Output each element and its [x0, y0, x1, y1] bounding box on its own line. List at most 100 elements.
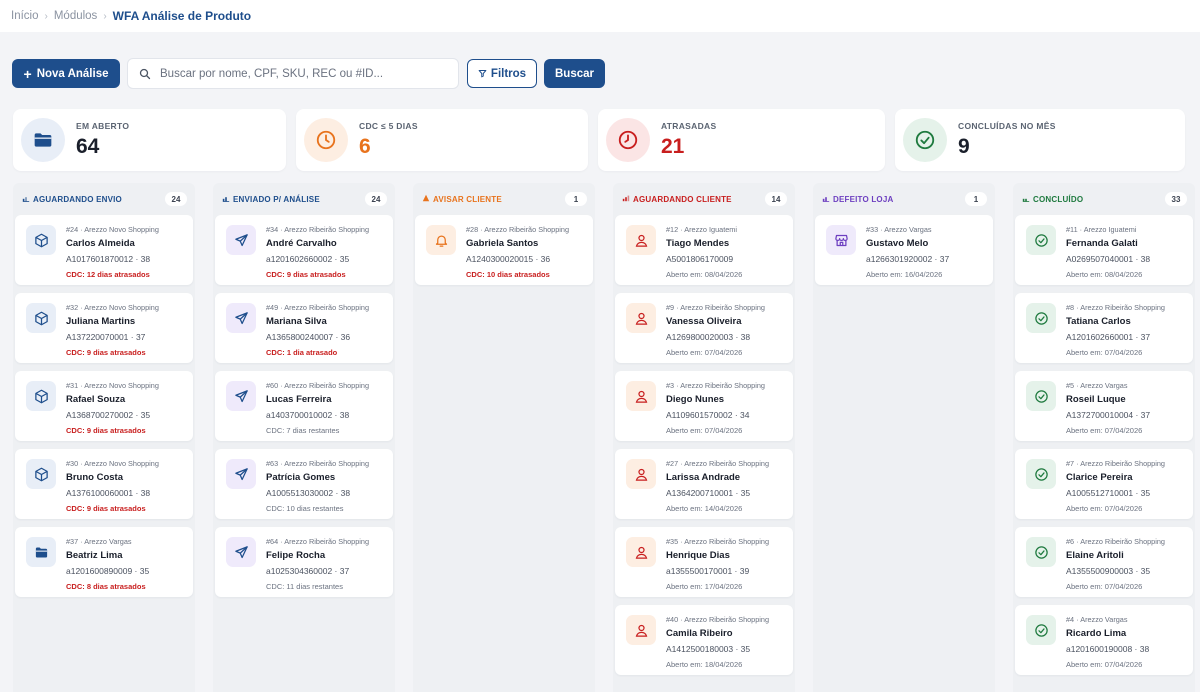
kanban-column: AGUARDANDO CLIENTE 14 #12 · Arezzo Iguatem…: [613, 183, 795, 692]
card-body: #64 · Arezzo Ribeirão Shopping Felipe Roc…: [266, 537, 369, 597]
card-product-code: A0269507040001 · 38: [1066, 254, 1151, 264]
analysis-card[interactable]: #9 · Arezzo Ribeirão Shopping Vanessa Oli…: [615, 293, 793, 363]
card-body: #32 · Arezzo Novo Shopping Juliana Martin…: [66, 303, 159, 363]
analysis-card[interactable]: #60 · Arezzo Ribeirão Shopping Lucas Ferr…: [215, 371, 393, 441]
card-product-code: A1365800240007 · 36: [266, 332, 351, 342]
card-meta: #7 · Arezzo Ribeirão Shopping: [1066, 459, 1165, 468]
analysis-card[interactable]: #11 · Arezzo Iguatemi Fernanda Galati A026…: [1015, 215, 1193, 285]
box-icon: [34, 233, 49, 248]
analysis-card[interactable]: #49 · Arezzo Ribeirão Shopping Mariana Si…: [215, 293, 393, 363]
toolbar: + Nova Análise Filtros Buscar: [12, 58, 605, 89]
analysis-card[interactable]: #5 · Arezzo Vargas Roseil Luque A137270001…: [1015, 371, 1193, 441]
card-body: #34 · Arezzo Ribeirão Shopping André Carv…: [266, 225, 369, 285]
card-body: #3 · Arezzo Ribeirão Shopping Diego Nunes…: [666, 381, 765, 441]
card-status-text: CDC: 7 dias restantes: [266, 426, 340, 435]
card-customer-name: Juliana Martins: [66, 316, 136, 327]
card-meta: #27 · Arezzo Ribeirão Shopping: [666, 459, 770, 468]
analysis-card[interactable]: #40 · Arezzo Ribeirão Shopping Camila Rib…: [615, 605, 793, 675]
column-title: DEFEITO LOJA: [822, 194, 965, 204]
analysis-card[interactable]: #3 · Arezzo Ribeirão Shopping Diego Nunes…: [615, 371, 793, 441]
card-status-text: Aberto em: 07/04/2026: [1066, 582, 1143, 591]
card-body: #4 · Arezzo Vargas Ricardo Lima a120160019…: [1066, 615, 1149, 675]
card-meta: #35 · Arezzo Ribeirão Shopping: [666, 537, 770, 546]
column-title: ENVIADO P/ ANÁLISE: [222, 194, 365, 204]
card-body: #28 · Arezzo Ribeirão Shopping Gabriela S…: [466, 225, 569, 285]
stat-value: 21: [661, 135, 685, 158]
card-product-code: A1376100060001 · 38: [66, 488, 151, 498]
stat-cdc: CDC ≤ 5 DIAS 6: [296, 109, 588, 171]
card-status-text: Aberto em: 07/04/2026: [1066, 426, 1143, 435]
analysis-card[interactable]: #6 · Arezzo Ribeirão Shopping Elaine Arit…: [1015, 527, 1193, 597]
card-product-code: A1109601570002 · 34: [666, 410, 750, 420]
check-circle-icon: [1034, 233, 1049, 248]
kanban-column: AGUARDANDO ENVIO 24 #24 · Arezzo Novo Shop…: [13, 183, 195, 692]
filters-button[interactable]: Filtros: [467, 59, 537, 88]
analysis-card[interactable]: #27 · Arezzo Ribeirão Shopping Larissa An…: [615, 449, 793, 519]
card-body: #63 · Arezzo Ribeirão Shopping Patrícia G…: [266, 459, 369, 519]
stats-row: EM ABERTO 64 CDC ≤ 5 DIAS 6 ATRASADAS 21…: [13, 109, 1185, 171]
column-status-icon: [822, 194, 830, 204]
card-body: #33 · Arezzo Vargas Gustavo Melo a12663019…: [866, 225, 949, 285]
card-icon-bg: [26, 537, 56, 567]
user-icon: [634, 623, 649, 638]
search-input[interactable]: [160, 67, 450, 80]
analysis-card[interactable]: #8 · Arezzo Ribeirão Shopping Tatiana Car…: [1015, 293, 1193, 363]
analysis-card[interactable]: #31 · Arezzo Novo Shopping Rafael Souza A1…: [15, 371, 193, 441]
analysis-card[interactable]: #34 · Arezzo Ribeirão Shopping André Carv…: [215, 215, 393, 285]
card-body: #9 · Arezzo Ribeirão Shopping Vanessa Oli…: [666, 303, 765, 363]
card-body: #35 · Arezzo Ribeirão Shopping Henrique D…: [666, 537, 769, 597]
new-analysis-button[interactable]: + Nova Análise: [12, 59, 120, 88]
search-button[interactable]: Buscar: [544, 59, 605, 88]
card-body: #24 · Arezzo Novo Shopping Carlos Almeida…: [66, 225, 159, 285]
column-header: DEFEITO LOJA 1: [813, 183, 995, 215]
card-status-text: CDC: 9 dias atrasados: [66, 426, 146, 435]
card-body: #7 · Arezzo Ribeirão Shopping Clarice Per…: [1066, 459, 1165, 519]
breadcrumb-home[interactable]: Início: [11, 10, 39, 22]
analysis-card[interactable]: #35 · Arezzo Ribeirão Shopping Henrique D…: [615, 527, 793, 597]
shop-icon: [834, 233, 849, 248]
analysis-card[interactable]: #7 · Arezzo Ribeirão Shopping Clarice Per…: [1015, 449, 1193, 519]
analysis-card[interactable]: #33 · Arezzo Vargas Gustavo Melo a12663019…: [815, 215, 993, 285]
search-icon: [139, 68, 151, 79]
send-icon: [234, 467, 249, 482]
analysis-card[interactable]: #30 · Arezzo Novo Shopping Bruno Costa A13…: [15, 449, 193, 519]
stat-label: CONCLUÍDAS NO MÊS: [958, 121, 1056, 131]
card-status-text: Aberto em: 14/04/2026: [666, 504, 743, 513]
card-status-text: Aberto em: 07/04/2026: [1066, 660, 1143, 669]
card-icon-bg: [226, 381, 256, 411]
card-icon-bg: [226, 537, 256, 567]
stat-icon-bg: [21, 118, 65, 162]
analysis-card[interactable]: #63 · Arezzo Ribeirão Shopping Patrícia G…: [215, 449, 393, 519]
analysis-card[interactable]: #4 · Arezzo Vargas Ricardo Lima a120160019…: [1015, 605, 1193, 675]
analysis-card[interactable]: #24 · Arezzo Novo Shopping Carlos Almeida…: [15, 215, 193, 285]
check-circle-icon: [1034, 623, 1049, 638]
card-customer-name: Ricardo Lima: [1066, 628, 1127, 639]
card-customer-name: Henrique Dias: [666, 550, 730, 561]
card-meta: #37 · Arezzo Vargas: [66, 537, 132, 546]
analysis-card[interactable]: #64 · Arezzo Ribeirão Shopping Felipe Roc…: [215, 527, 393, 597]
card-meta: #9 · Arezzo Ribeirão Shopping: [666, 303, 765, 312]
kanban-column: AVISAR CLIENTE 1 #28 · Arezzo Ribeirão Sho…: [413, 183, 595, 692]
breadcrumb-modules[interactable]: Módulos: [54, 10, 97, 22]
chevron-right-icon: ›: [103, 10, 107, 22]
send-icon: [234, 311, 249, 326]
analysis-card[interactable]: #28 · Arezzo Ribeirão Shopping Gabriela S…: [415, 215, 593, 285]
analysis-card[interactable]: #32 · Arezzo Novo Shopping Juliana Martin…: [15, 293, 193, 363]
card-customer-name: André Carvalho: [266, 238, 337, 249]
analysis-card[interactable]: #12 · Arezzo Iguatemi Tiago Mendes A500180…: [615, 215, 793, 285]
card-meta: #63 · Arezzo Ribeirão Shopping: [266, 459, 370, 468]
card-meta: #11 · Arezzo Iguatemi: [1066, 225, 1137, 234]
check-circle-icon: [1034, 311, 1049, 326]
check-circle-icon: [1034, 467, 1049, 482]
stat-label: ATRASADAS: [661, 121, 717, 131]
card-customer-name: Mariana Silva: [266, 316, 327, 327]
send-icon: [234, 389, 249, 404]
card-status-text: Aberto em: 08/04/2026: [666, 270, 743, 279]
user-icon: [634, 545, 649, 560]
analysis-card[interactable]: #37 · Arezzo Vargas Beatriz Lima a12016008…: [15, 527, 193, 597]
column-status-icon: [222, 194, 230, 204]
card-body: #37 · Arezzo Vargas Beatriz Lima a12016008…: [66, 537, 149, 597]
card-meta: #31 · Arezzo Novo Shopping: [66, 381, 159, 390]
card-meta: #28 · Arezzo Ribeirão Shopping: [466, 225, 570, 234]
card-icon-bg: [1026, 225, 1056, 255]
